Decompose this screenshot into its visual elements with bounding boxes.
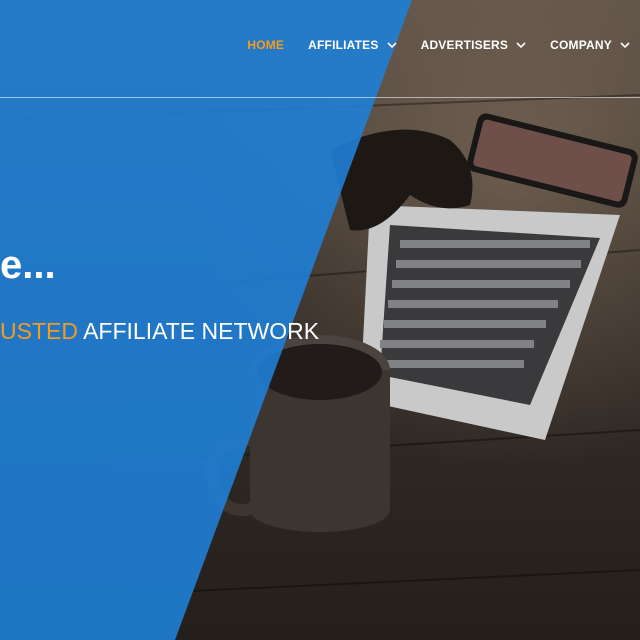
nav-item-label: AFFILIATES (308, 38, 379, 52)
hero-section: HOME AFFILIATES ADVERTISERS COMPANY e...… (0, 0, 640, 640)
header-divider (0, 97, 640, 98)
nav-item-label: HOME (247, 38, 285, 52)
main-navigation: HOME AFFILIATES ADVERTISERS COMPANY (233, 28, 640, 62)
nav-item-label: COMPANY (550, 38, 612, 52)
nav-item-affiliates[interactable]: AFFILIATES (294, 38, 406, 52)
hero-tagline: USTED AFFILIATE NETWORK (0, 318, 319, 345)
tagline-text: AFFILIATE NETWORK (77, 318, 320, 344)
chevron-down-icon (387, 42, 397, 49)
hero-headline: e... (0, 243, 56, 287)
chevron-down-icon (516, 42, 526, 49)
nav-item-label: ADVERTISERS (420, 38, 509, 52)
nav-item-company[interactable]: COMPANY (536, 38, 640, 52)
tagline-accent: USTED (0, 318, 78, 344)
chevron-down-icon (620, 42, 630, 49)
nav-item-advertisers[interactable]: ADVERTISERS (407, 38, 537, 52)
nav-item-home[interactable]: HOME (233, 38, 294, 52)
